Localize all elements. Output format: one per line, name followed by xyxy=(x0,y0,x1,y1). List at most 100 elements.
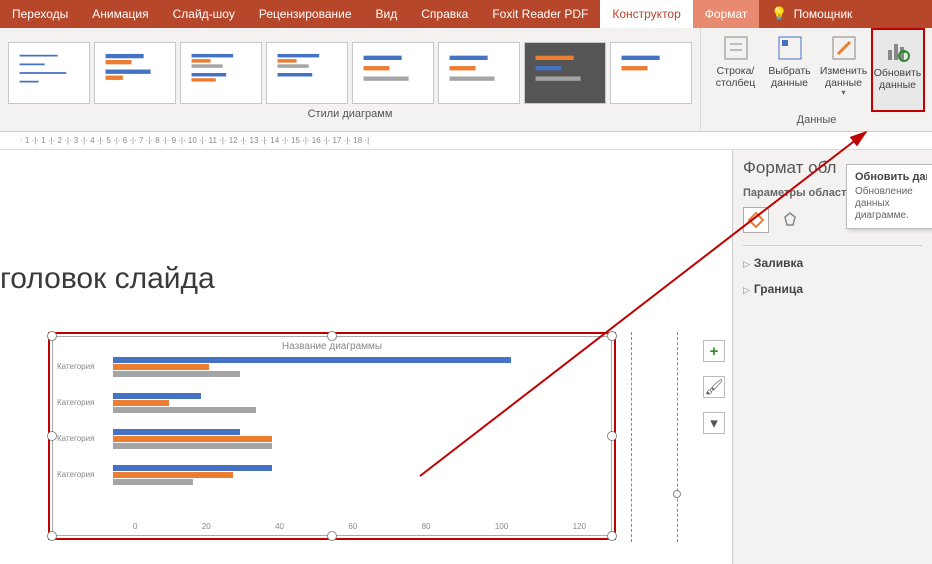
chart-bar[interactable] xyxy=(113,400,169,406)
chart-style-4[interactable] xyxy=(266,42,348,104)
chart-bar[interactable] xyxy=(113,393,201,399)
chart-side-controls: + 🖌 ▾ xyxy=(696,150,732,564)
x-tick: 40 xyxy=(275,522,284,531)
chart-bar[interactable] xyxy=(113,465,272,471)
select-label: Выбрать данные xyxy=(768,66,810,89)
row-col-label: Строка/ столбец xyxy=(716,66,755,89)
resize-handle[interactable] xyxy=(607,431,617,441)
refresh-tooltip: Обновить данные Обновление данных диагра… xyxy=(846,164,932,229)
chart-bar[interactable] xyxy=(113,443,272,449)
chart-filters-button[interactable]: ▾ xyxy=(703,412,725,434)
chart-bar[interactable] xyxy=(113,429,240,435)
border-section[interactable]: ▷Граница xyxy=(743,276,922,302)
x-tick: 20 xyxy=(202,522,211,531)
chart-bar[interactable] xyxy=(113,472,233,478)
chart-bar[interactable] xyxy=(113,407,256,413)
chart-style-7[interactable] xyxy=(524,42,606,104)
chart-elements-button[interactable]: + xyxy=(703,340,725,362)
slide-canvas[interactable]: головок слайда Название диаграммы Катего… xyxy=(0,150,696,564)
x-tick: 0 xyxy=(133,522,137,531)
resize-handle[interactable] xyxy=(607,531,617,541)
lightbulb-icon: 💡 xyxy=(771,6,787,22)
x-tick: 100 xyxy=(495,522,508,531)
brush-icon: 🖌 xyxy=(704,378,723,396)
tab-designer[interactable]: Конструктор xyxy=(600,0,692,28)
category-label: Категория xyxy=(57,362,94,371)
tab-slideshow[interactable]: Слайд-шоу xyxy=(161,0,247,28)
chart-style-6[interactable] xyxy=(438,42,520,104)
category-label: Категория xyxy=(57,398,94,407)
chart-object[interactable]: Название диаграммы КатегорияКатегорияКат… xyxy=(52,336,612,536)
x-tick: 120 xyxy=(573,522,586,531)
category-label: Категория xyxy=(57,470,94,479)
chart-bar[interactable] xyxy=(113,357,511,363)
resize-handle[interactable] xyxy=(47,431,57,441)
data-group: Строка/ столбец Выбрать данные Изменить … xyxy=(700,28,932,131)
tab-animation[interactable]: Анимация xyxy=(80,0,160,28)
tab-foxit[interactable]: Foxit Reader PDF xyxy=(480,0,600,28)
chart-category: Категория xyxy=(113,392,591,414)
format-pane: Формат обл Параметры области ▾ ▷Заливка … xyxy=(732,150,932,564)
effects-icon[interactable] xyxy=(777,207,803,233)
slide-handle[interactable] xyxy=(673,490,681,498)
chart-style-5[interactable] xyxy=(352,42,434,104)
chart-style-3[interactable] xyxy=(180,42,262,104)
chart-category: Категория xyxy=(113,428,591,450)
row-column-button[interactable]: Строка/ столбец xyxy=(709,28,763,112)
chart-bar[interactable] xyxy=(113,479,193,485)
edit-data-button[interactable]: Изменить данные ▾ xyxy=(817,28,871,112)
edit-data-icon xyxy=(828,32,860,64)
fill-line-icon[interactable] xyxy=(743,207,769,233)
tab-view[interactable]: Вид xyxy=(364,0,410,28)
resize-handle[interactable] xyxy=(327,531,337,541)
tooltip-title: Обновить данные xyxy=(855,171,927,183)
tab-transitions[interactable]: Переходы xyxy=(0,0,80,28)
chart-style-1[interactable] xyxy=(8,42,90,104)
resize-handle[interactable] xyxy=(607,331,617,341)
resize-handle[interactable] xyxy=(327,331,337,341)
category-label: Категория xyxy=(57,434,94,443)
funnel-icon: ▾ xyxy=(710,414,718,432)
switch-row-col-icon xyxy=(720,32,752,64)
chart-bar[interactable] xyxy=(113,364,209,370)
ribbon-body: Стили диаграмм Строка/ столбец Выбрать д… xyxy=(0,28,932,132)
resize-handle[interactable] xyxy=(47,531,57,541)
guide-line xyxy=(631,332,632,542)
chart-styles-button[interactable]: 🖌 xyxy=(703,376,725,398)
title-placeholder[interactable]: головок слайда xyxy=(0,262,215,296)
chart-x-axis: 0 20 40 60 80 100 120 xyxy=(133,522,586,531)
chevron-down-icon: ▾ xyxy=(841,89,845,98)
triangle-right-icon: ▷ xyxy=(743,285,750,295)
tab-help[interactable]: Справка xyxy=(409,0,480,28)
tab-review[interactable]: Рецензирование xyxy=(247,0,364,28)
helper-label: Помощник xyxy=(794,7,853,21)
select-data-icon xyxy=(774,32,806,64)
refresh-label: Обновить данные xyxy=(874,68,922,91)
refresh-data-button[interactable]: Обновить данные xyxy=(871,28,925,112)
styles-group-label: Стили диаграмм xyxy=(308,106,393,124)
x-tick: 60 xyxy=(348,522,357,531)
horizontal-ruler: · 1 ·|· 1 ·|· 2 ·|· 3 ·|· 4 ·|· 5 ·|· 6 … xyxy=(0,132,932,150)
plus-icon: + xyxy=(710,343,719,360)
resize-handle[interactable] xyxy=(47,331,57,341)
x-tick: 80 xyxy=(422,522,431,531)
data-group-label: Данные xyxy=(797,112,837,130)
triangle-right-icon: ▷ xyxy=(743,259,750,269)
chart-category: Категория xyxy=(113,464,591,486)
guide-line xyxy=(677,332,678,542)
main-area: головок слайда Название диаграммы Катего… xyxy=(0,150,932,564)
chart-style-8[interactable] xyxy=(610,42,692,104)
tab-format[interactable]: Формат xyxy=(693,0,760,28)
fill-section[interactable]: ▷Заливка xyxy=(743,250,922,276)
select-data-button[interactable]: Выбрать данные xyxy=(763,28,817,112)
edit-label: Изменить данные xyxy=(820,66,867,89)
tab-helper[interactable]: 💡 Помощник xyxy=(759,0,864,28)
ribbon-tabs: Переходы Анимация Слайд-шоу Рецензирован… xyxy=(0,0,932,28)
chart-styles-group: Стили диаграмм xyxy=(0,28,700,131)
tooltip-body: Обновление данных диаграмме. xyxy=(855,186,927,222)
chart-bar[interactable] xyxy=(113,436,272,442)
chart-style-2[interactable] xyxy=(94,42,176,104)
chart-category: Категория xyxy=(113,356,591,378)
chart-bar[interactable] xyxy=(113,371,240,377)
refresh-data-icon xyxy=(882,34,914,66)
